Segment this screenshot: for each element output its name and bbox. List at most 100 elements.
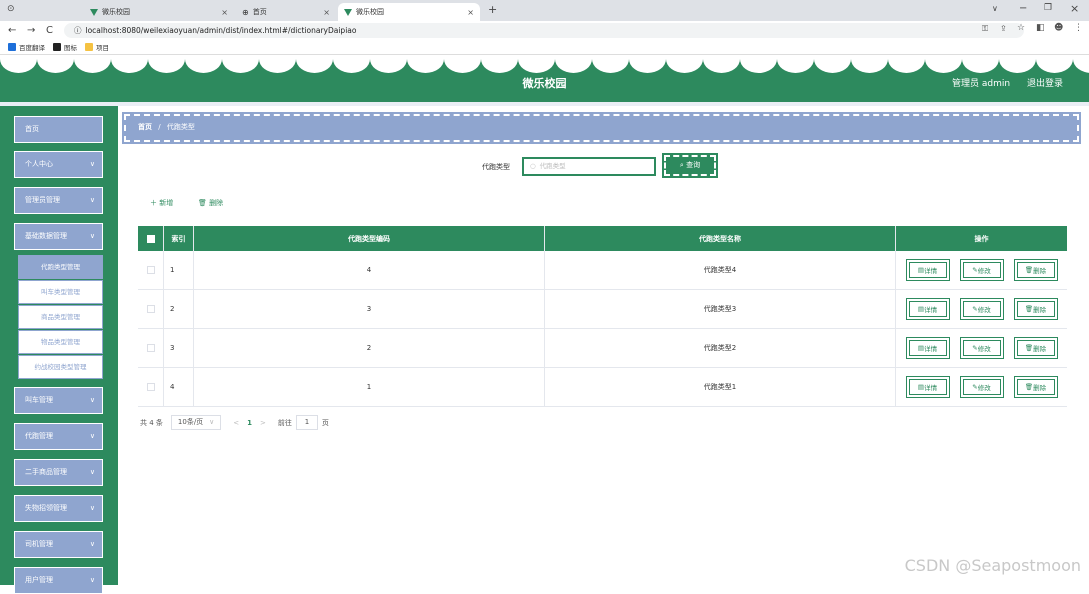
minimize-button[interactable]: −	[1019, 3, 1027, 14]
key-icon[interactable]: ⚿	[982, 24, 988, 34]
tab-label: 微乐校园	[102, 8, 130, 16]
menu-user-management[interactable]: 用户管理 ∨	[14, 567, 103, 594]
scallop-shape	[925, 59, 962, 73]
header-select-cell	[138, 226, 164, 251]
scallop-shape	[444, 59, 481, 73]
delete-button[interactable]: 🗑 删除	[1013, 259, 1058, 281]
edit-button[interactable]: ✎ 修改	[959, 337, 1004, 359]
sidepanel-icon[interactable]: ◧	[1036, 23, 1045, 33]
trash-icon: 🗑	[1024, 305, 1034, 313]
browser-tab-2[interactable]: ⊕ 首页 ×	[236, 3, 336, 21]
trash-icon: 🗑	[1024, 266, 1034, 274]
scallop-shape	[888, 59, 925, 73]
row-actions: ▤ 详情 ✎ 修改 🗑 删除	[896, 329, 1067, 367]
row-checkbox[interactable]	[146, 383, 155, 391]
bookmarks-bar: 百度翻译 图标 项目	[0, 40, 1089, 55]
share-icon[interactable]: ⇪	[1000, 24, 1007, 33]
tab-close-icon[interactable]: ×	[323, 8, 330, 17]
submenu-errand-type[interactable]: 代跑类型管理	[18, 255, 103, 279]
scallop-shape	[851, 59, 888, 73]
row-checkbox[interactable]	[146, 266, 155, 274]
page-size-select[interactable]: 10条/页 ∨	[170, 415, 222, 430]
select-all-checkbox[interactable]	[146, 234, 155, 243]
scallop-shape	[370, 59, 407, 73]
detail-button[interactable]: ▤ 详情	[905, 259, 950, 281]
menu-driver-management[interactable]: 司机管理 ∨	[14, 531, 103, 558]
delete-button[interactable]: 🗑 删除	[1013, 337, 1058, 359]
batch-delete-button[interactable]: 🗑 删除	[198, 198, 223, 208]
menu-car-management[interactable]: 叫车管理 ∨	[14, 387, 103, 414]
search-button[interactable]: ⌕ 查询	[662, 153, 718, 178]
menu-basic-data[interactable]: 基础数据管理 ∨	[14, 223, 103, 250]
browser-tab-3[interactable]: 微乐校园 ×	[338, 3, 480, 21]
trash-icon: 🗑	[1024, 344, 1034, 352]
menu-admin-management[interactable]: 管理员管理 ∨	[14, 187, 103, 214]
scallop-shape	[296, 59, 333, 73]
bookmark-icons[interactable]: 图标	[53, 42, 77, 52]
scallop-shape	[407, 59, 444, 73]
row-index: 3	[164, 329, 194, 367]
add-button[interactable]: ＋ 新增	[150, 198, 173, 208]
detail-button[interactable]: ▤ 详情	[905, 376, 950, 398]
reload-icon[interactable]: C	[46, 25, 57, 36]
prev-page-button[interactable]: <	[233, 419, 239, 427]
menu-secondhand-goods[interactable]: 二手商品管理 ∨	[14, 459, 103, 486]
tab-search-icon[interactable]: ∨	[992, 4, 998, 13]
detail-button[interactable]: ▤ 详情	[905, 337, 950, 359]
row-index: 2	[164, 290, 194, 328]
url-field[interactable]: ⓘ localhost:8080/weilexiaoyuan/admin/dist…	[64, 23, 1024, 38]
submenu-goods-type[interactable]: 商品类型管理	[18, 305, 103, 329]
app-header: 微乐校园 管理员 admin 退出登录	[0, 55, 1089, 102]
site-info-icon[interactable]: ⓘ	[74, 26, 82, 35]
menu-home[interactable]: 首页	[14, 116, 103, 143]
breadcrumb-home[interactable]: 首页	[138, 123, 152, 131]
close-window-button[interactable]: ×	[1070, 2, 1079, 15]
edit-button[interactable]: ✎ 修改	[959, 298, 1004, 320]
app-title: 微乐校园	[522, 77, 567, 90]
delete-button[interactable]: 🗑 删除	[1013, 376, 1058, 398]
maximize-button[interactable]: ❐	[1044, 3, 1052, 13]
next-page-button[interactable]: >	[260, 419, 266, 427]
main-content: 首页 / 代跑类型 代跑类型 ○ 代跑类型 ⌕ 查询 ＋ 新增 🗑 删除 索引 代…	[118, 106, 1089, 585]
goto-page-input[interactable]: 1	[295, 415, 318, 430]
edit-button[interactable]: ✎ 修改	[959, 376, 1004, 398]
more-menu-icon[interactable]: ⋮	[1074, 23, 1083, 33]
back-icon[interactable]: ←	[8, 25, 19, 36]
scallop-shape	[629, 59, 666, 73]
tab-close-icon[interactable]: ×	[467, 8, 474, 17]
star-icon[interactable]: ☆	[1017, 23, 1025, 33]
menu-errand-management[interactable]: 代跑管理 ∨	[14, 423, 103, 450]
table-header: 索引 代跑类型编码 代跑类型名称 操作	[138, 226, 1067, 251]
scallop-shape	[740, 59, 777, 73]
edit-button[interactable]: ✎ 修改	[959, 259, 1004, 281]
vue-logo-icon	[344, 8, 352, 16]
submenu-car-type[interactable]: 叫车类型管理	[18, 280, 103, 304]
forward-icon[interactable]: →	[27, 25, 38, 36]
tab-label: 首页	[252, 8, 267, 16]
row-checkbox[interactable]	[146, 344, 155, 352]
row-select-cell	[138, 329, 164, 367]
chevron-down-icon: ∨	[89, 576, 95, 584]
bookmark-baidu-translate[interactable]: 百度翻译	[8, 42, 45, 52]
menu-lost-found[interactable]: 失物招领管理 ∨	[14, 495, 103, 522]
search-input[interactable]: ○ 代跑类型	[522, 157, 656, 176]
submenu-campus-battle-type[interactable]: 约战校园类型管理	[18, 355, 103, 379]
logout-link[interactable]: 退出登录	[1027, 79, 1063, 89]
bookmark-projects[interactable]: 项目	[85, 42, 109, 52]
delete-button[interactable]: 🗑 删除	[1013, 298, 1058, 320]
detail-button[interactable]: ▤ 详情	[905, 298, 950, 320]
row-checkbox[interactable]	[146, 305, 155, 313]
row-name: 代跑类型3	[545, 290, 896, 328]
submenu-item-type[interactable]: 物品类型管理	[18, 330, 103, 354]
current-page-number[interactable]: 1	[247, 419, 252, 427]
menu-personal-center[interactable]: 个人中心 ∨	[14, 151, 103, 178]
profile-icon[interactable]: ☻	[1054, 23, 1063, 33]
plus-icon: ＋	[150, 199, 160, 207]
browser-menu-icon[interactable]: ⊙	[7, 4, 15, 14]
admin-user-label: 管理员 admin	[952, 79, 1011, 89]
tab-close-icon[interactable]: ×	[221, 8, 228, 17]
scallop-shape	[777, 59, 814, 73]
new-tab-button[interactable]: +	[488, 3, 497, 16]
browser-tab-1[interactable]: 微乐校园 ×	[84, 3, 234, 21]
trash-icon: 🗑	[1024, 383, 1034, 391]
